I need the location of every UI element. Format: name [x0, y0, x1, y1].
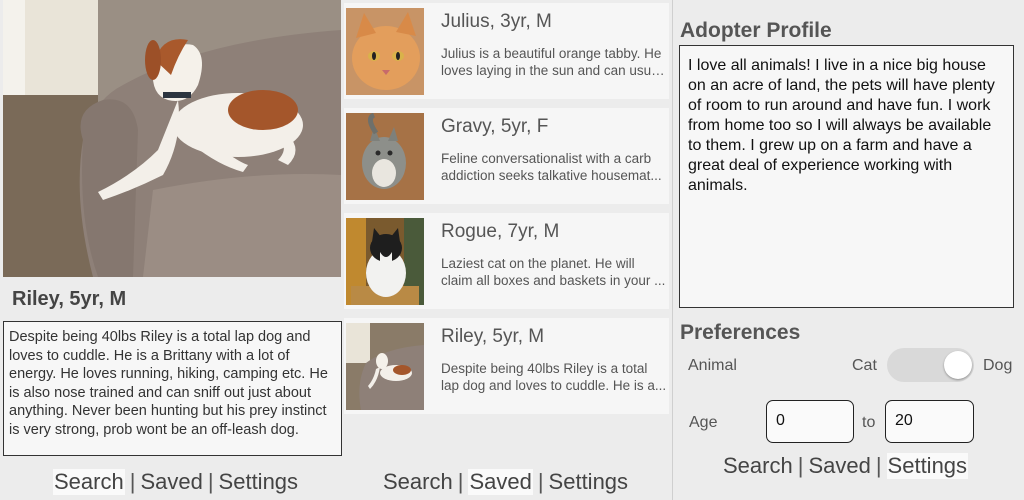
pet-thumbnail	[346, 113, 424, 200]
nav-separator: |	[875, 453, 882, 478]
nav-settings[interactable]: Settings	[549, 469, 629, 495]
nav-separator: |	[457, 469, 464, 494]
bottom-nav: Search | Saved | Settings	[723, 451, 969, 481]
pet-card-title: Gravy, 5yr, F	[441, 116, 549, 137]
nav-search[interactable]: Search	[383, 469, 453, 495]
pet-card-rogue[interactable]: Rogue, 7yr, M Laziest cat on the planet.…	[344, 213, 669, 309]
pet-card-gravy[interactable]: Gravy, 5yr, F Feline conversationalist w…	[344, 108, 669, 204]
nav-separator: |	[797, 453, 804, 478]
pet-card-julius[interactable]: Julius, 3yr, M Julius is a beautiful ora…	[344, 3, 669, 99]
toggle-knob	[944, 351, 972, 379]
bottom-nav: Search | Saved | Settings	[53, 467, 298, 497]
nav-saved[interactable]: Saved	[808, 453, 870, 479]
profile-heading: Adopter Profile	[680, 19, 832, 42]
pet-card-title: Julius, 3yr, M	[441, 11, 552, 32]
cat-label: Cat	[852, 357, 877, 374]
nav-separator: |	[129, 469, 136, 494]
saved-list-screen: Julius, 3yr, M Julius is a beautiful ora…	[344, 0, 672, 500]
nav-saved[interactable]: Saved	[140, 469, 202, 495]
pet-photo-riley	[3, 0, 341, 277]
age-min-input[interactable]: 0	[766, 400, 854, 443]
settings-screen: Adopter Profile I love all animals! I li…	[673, 0, 1024, 500]
age-max-input[interactable]: 20	[885, 400, 974, 443]
preferences-heading: Preferences	[680, 321, 801, 344]
pet-card-title: Riley, 5yr, M	[441, 326, 545, 347]
pet-card-blurb: Julius is a beautiful orange tabby. He l…	[441, 46, 669, 78]
animal-toggle[interactable]	[887, 348, 974, 382]
dog-label: Dog	[983, 357, 1013, 374]
nav-separator: |	[537, 469, 544, 494]
pet-card-title: Rogue, 7yr, M	[441, 221, 560, 242]
age-to-label: to	[862, 414, 876, 431]
nav-settings[interactable]: Settings	[219, 469, 299, 495]
animal-label: Animal	[688, 357, 737, 374]
pet-thumbnail	[346, 8, 424, 95]
pet-description: Despite being 40lbs Riley is a total lap…	[3, 321, 342, 456]
nav-separator: |	[207, 469, 214, 494]
pet-thumbnail	[346, 218, 424, 305]
pet-thumbnail	[346, 323, 424, 410]
pet-card-blurb: Despite being 40lbs Riley is a total lap…	[441, 361, 667, 393]
pet-card-blurb: Feline conversationalist with a carb add…	[441, 151, 662, 183]
pet-name: Riley, 5yr, M	[12, 288, 127, 310]
pet-detail-screen: Riley, 5yr, M Despite being 40lbs Riley …	[0, 0, 344, 500]
bottom-nav: Search | Saved | Settings	[383, 467, 628, 497]
nav-search[interactable]: Search	[53, 469, 125, 495]
age-label: Age	[689, 414, 718, 431]
pet-card-riley[interactable]: Riley, 5yr, M Despite being 40lbs Riley …	[344, 318, 669, 414]
pet-card-blurb: Laziest cat on the planet. He will claim…	[441, 256, 666, 288]
adopter-profile-textarea[interactable]: I love all animals! I live in a nice big…	[679, 45, 1014, 308]
nav-saved[interactable]: Saved	[468, 469, 533, 495]
nav-settings[interactable]: Settings	[886, 453, 969, 479]
nav-search[interactable]: Search	[723, 453, 793, 479]
